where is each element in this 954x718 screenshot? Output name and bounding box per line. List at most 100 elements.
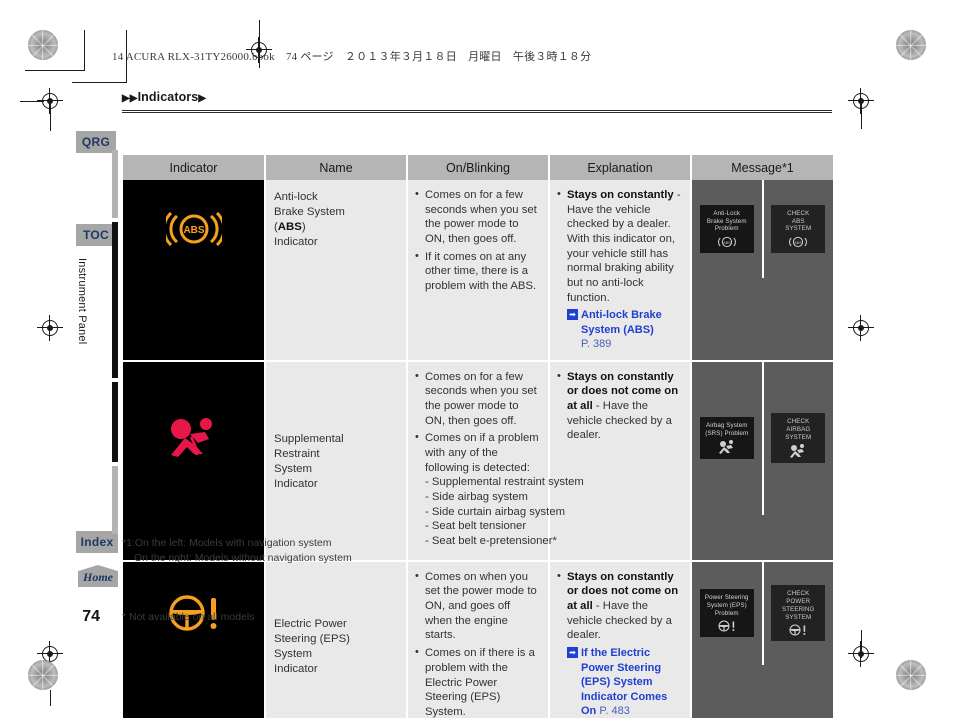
list-item: Comes on for a few seconds when you set … [414, 187, 540, 247]
indicator-name: Electric Power Steering (EPS) System Ind… [274, 617, 400, 677]
eps-screen-icon [773, 623, 823, 637]
name-line: (ABS) [274, 221, 306, 234]
display-screen: CHECK ABS SYSTEM ABS [771, 204, 826, 254]
name-line: System [274, 462, 312, 475]
screen-line: System (EPS) [706, 601, 747, 609]
table-header-row: Indicator Name On/Blinking Explanation M… [123, 155, 833, 180]
sidebar-item-home[interactable]: Home [78, 565, 118, 587]
cross-reference[interactable]: ➡ If the Electric Power Steering (EPS) S… [556, 646, 682, 718]
explanation-rest: - Have the vehicle checked by a dealer. … [567, 189, 681, 304]
breadcrumb-prefix-icon: ▶▶ [122, 93, 138, 104]
section-tab-label: Instrument Panel [76, 258, 88, 345]
crop-line [84, 30, 85, 71]
name-line: Anti-lock [274, 191, 318, 203]
table-row: ABS Anti-lock Brake System (ABS) Indicat… [123, 180, 833, 362]
name-line: Indicator [274, 477, 318, 490]
screen-line: Anti-Lock [713, 209, 741, 217]
name-cell: Anti-lock Brake System (ABS) Indicator [265, 180, 408, 362]
explanation-list: Stays on constantly or does not come on … [556, 369, 682, 443]
edge-tab-marker-active [112, 222, 118, 378]
message-thumb-without-nav: CHECK AIRBAG SYSTEM [763, 361, 833, 515]
list-item: Stays on constantly or does not come on … [556, 369, 682, 443]
screen-line: ABS [791, 217, 805, 225]
color-target-top-left [28, 30, 58, 60]
indicator-cell [123, 360, 266, 562]
sidebar-item-qrg[interactable]: QRG [76, 131, 116, 153]
indicator-cell [123, 560, 266, 718]
explanation-cell: Stays on constantly or does not come on … [549, 360, 692, 562]
screen-line: SYSTEM [785, 433, 812, 441]
name-line: Brake System [274, 206, 345, 219]
crop-line [861, 630, 862, 658]
message-cell: Airbag System (SRS) Problem CHECK AIRBAG… [691, 360, 833, 562]
message-cell: Anti-Lock Brake System Problem ABS CHECK… [691, 180, 833, 362]
list-item: Comes on when you set the power mode to … [414, 569, 540, 643]
page-canvas: 14 ACURA RLX-31TY26000.book 74 ページ ２０１３年… [0, 0, 954, 718]
message-thumb-with-nav: Power Steering System (EPS) Problem [692, 561, 764, 665]
onblinking-cell: Comes on when you set the power mode to … [407, 560, 550, 718]
screen-line: CHECK [787, 590, 810, 598]
onblinking-cell: Comes on for a few seconds when you set … [407, 360, 584, 562]
sub-list-item: - Seat belt tensioner [425, 520, 527, 533]
name-cell: Supplemental Restraint System Indicator [265, 360, 408, 562]
onblinking-list: Comes on for a few seconds when you set … [414, 369, 584, 549]
onblinking-list: Comes on when you set the power mode to … [414, 569, 540, 718]
list-item: Comes on for a few seconds when you set … [414, 369, 540, 429]
screen-line: Problem [714, 609, 739, 617]
crop-line [25, 70, 85, 71]
breadcrumb: ▶▶Indicators▶ [122, 90, 206, 104]
crop-line [20, 101, 44, 102]
message-thumb-without-nav: CHECK ABS SYSTEM ABS [763, 180, 833, 278]
screen-line: AIRBAG [786, 425, 811, 433]
svg-text:ABS: ABS [723, 241, 731, 245]
display-screen: Power Steering System (EPS) Problem [699, 589, 754, 638]
message-thumb-without-nav: CHECK POWER STEERING SYSTEM [763, 561, 833, 665]
screen-line: POWER [786, 598, 811, 606]
cross-reference[interactable]: ➡ Anti-lock Brake System (ABS) P. 389 [556, 308, 682, 351]
name-line: Supplemental [274, 432, 344, 445]
sidebar-item-toc[interactable]: TOC [76, 224, 116, 246]
onblinking-list: Comes on for a few seconds when you set … [414, 187, 540, 294]
cross-reference-label[interactable]: Anti-lock Brake System (ABS) [581, 309, 662, 335]
book-header-line: 14 ACURA RLX-31TY26000.book 74 ページ ２０１３年… [112, 51, 592, 63]
color-target-top-right [896, 30, 926, 60]
srs-airbag-indicator-icon [123, 362, 264, 515]
explanation-list: Stays on constantly or does not come on … [556, 569, 682, 643]
cross-reference-page: P. 483 [599, 704, 630, 717]
svg-text:ABS: ABS [183, 225, 204, 236]
col-header-onblinking: On/Blinking [407, 155, 550, 180]
name-line: Electric Power [274, 618, 347, 631]
crop-line [50, 690, 51, 706]
color-target-bottom-right [896, 660, 926, 690]
name-line: Steering (EPS) [274, 633, 350, 646]
crop-line [72, 82, 127, 83]
sub-list-item: - Supplemental restraint system [425, 476, 584, 489]
footnote-bottom: * Not available on all models [122, 611, 255, 623]
crop-line [50, 101, 51, 131]
srs-screen-icon [773, 443, 823, 459]
edge-tab-marker-3 [112, 466, 118, 534]
breadcrumb-label: Indicators [137, 90, 199, 104]
abs-indicator-icon-svg: ABS [165, 211, 222, 247]
message-thumb-with-nav: Airbag System (SRS) Problem [692, 361, 764, 515]
sidebar-item-index[interactable]: Index [76, 531, 118, 553]
registration-mark-mid-right [848, 315, 874, 341]
jump-arrow-icon: ➡ [567, 309, 578, 321]
srs-screen-icon [702, 439, 752, 455]
col-header-explanation: Explanation [549, 155, 692, 180]
name-line: System [274, 648, 312, 661]
list-item: If it comes on at any other time, there … [414, 249, 540, 294]
indicator-cell: ABS [123, 180, 266, 362]
explanation-list: Stays on constantly - Have the vehicle c… [556, 187, 682, 305]
list-item: Comes on if there is a problem with the … [414, 645, 540, 718]
col-header-name: Name [265, 155, 408, 180]
screen-line: SYSTEM [785, 225, 812, 233]
display-screen: Anti-Lock Brake System Problem ABS [699, 204, 754, 254]
srs-airbag-indicator-icon-svg [170, 418, 212, 458]
screen-line: CHECK [787, 209, 810, 217]
footnote-star1-line1: *1:On the left: Models with navigation s… [122, 537, 332, 549]
list-item-text: Comes on if a problem with any of the fo… [425, 432, 539, 474]
indicator-name: Supplemental Restraint System Indicator [274, 432, 400, 492]
screen-line: STEERING [782, 605, 815, 613]
sub-list-item: - Seat belt e-pretensioner* [425, 535, 557, 548]
